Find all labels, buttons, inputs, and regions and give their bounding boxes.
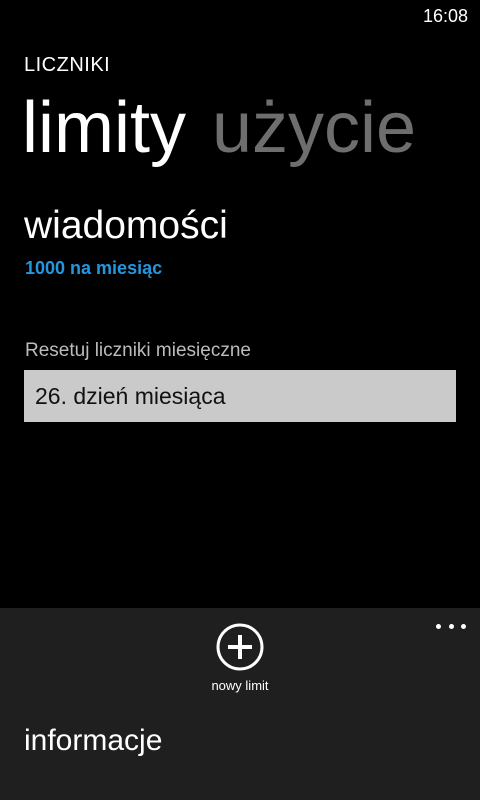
add-limit-label: nowy limit bbox=[211, 678, 269, 693]
reset-label: Resetuj liczniki miesięczne bbox=[25, 340, 251, 361]
menu-item-informacje[interactable]: informacje bbox=[24, 724, 162, 758]
limit-title[interactable]: wiadomości bbox=[24, 204, 228, 248]
limit-subtitle: 1000 na miesiąc bbox=[25, 258, 163, 278]
ellipsis-icon[interactable] bbox=[436, 616, 466, 636]
pivot-header: limity użycie bbox=[22, 86, 442, 170]
app-title: LICZNIKI bbox=[24, 54, 111, 76]
clock: 16:08 bbox=[422, 6, 468, 26]
reset-day-value: 26. dzień miesiąca bbox=[35, 383, 226, 409]
plus-circle-icon bbox=[216, 623, 264, 671]
pivot-item-uzycie[interactable]: użycie bbox=[212, 86, 416, 170]
add-limit-button[interactable] bbox=[215, 622, 265, 672]
app-bar: nowy limit informacje bbox=[0, 608, 480, 800]
pivot-item-limity[interactable]: limity bbox=[22, 86, 186, 170]
status-bar: 16:08 bbox=[0, 0, 480, 32]
reset-day-picker[interactable]: 26. dzień miesiąca bbox=[24, 370, 456, 422]
